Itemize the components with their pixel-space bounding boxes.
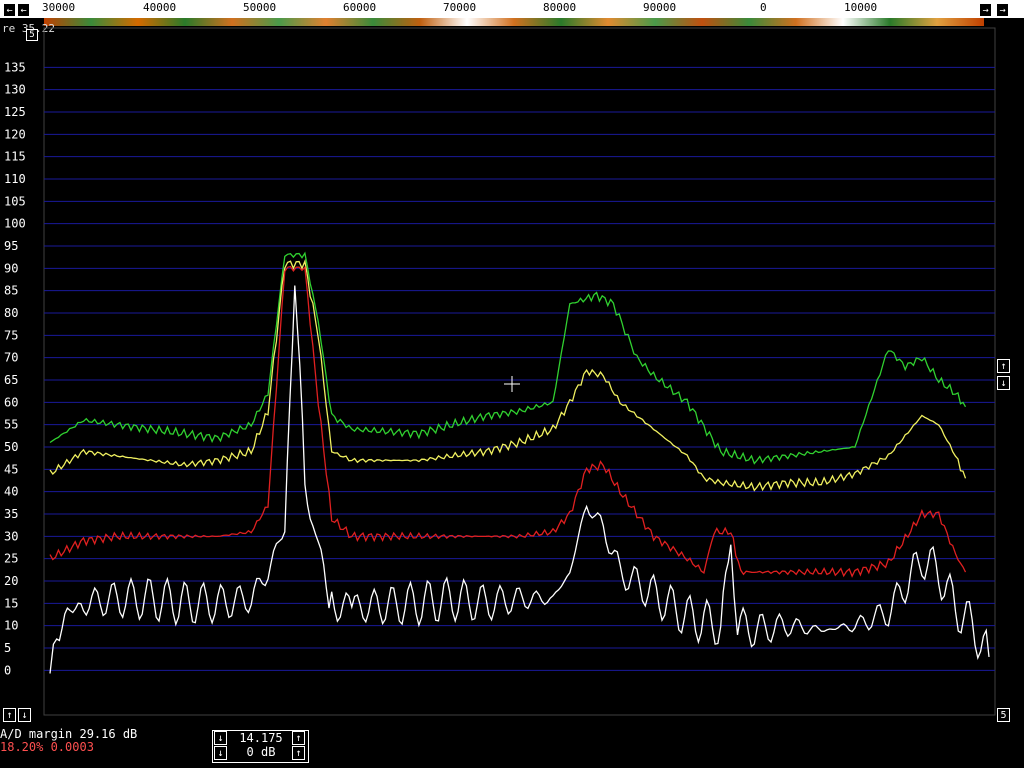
spectrum-trace-yellow xyxy=(49,258,967,492)
frequency-readout: 14.175 xyxy=(239,731,283,745)
y-tick-label-50: 50 xyxy=(4,440,18,454)
y-tick-label-60: 60 xyxy=(4,395,18,409)
y-tick-label-105: 105 xyxy=(4,194,26,208)
y-tick-label-65: 65 xyxy=(4,373,18,387)
y-tick-label-85: 85 xyxy=(4,284,18,298)
y-tick-label-90: 90 xyxy=(4,261,18,275)
y-tick-label-5: 5 xyxy=(4,641,11,655)
spectrum-plot: 0 5 10 15 20 25 30 35 40 45 50 55 60 65 70 75 80 85 90 95 10… xyxy=(4,27,996,716)
y-tick-label-110: 110 xyxy=(4,172,26,186)
gain-readout: 0 dB xyxy=(246,745,276,759)
plot-frame xyxy=(43,27,996,716)
level-down-button[interactable]: ↓ xyxy=(997,376,1010,390)
y-tick-label-130: 130 xyxy=(4,83,26,97)
y-tick-label-125: 125 xyxy=(4,105,26,119)
y-tick-label-30: 30 xyxy=(4,529,18,543)
y-tick-label-55: 55 xyxy=(4,418,18,432)
ratio-status: 18.20% 0.0003 xyxy=(0,740,94,754)
y-tick-label-45: 45 xyxy=(4,462,18,476)
y-tick-label-80: 80 xyxy=(4,306,18,320)
y-tick-label-25: 25 xyxy=(4,552,18,566)
y-tick-label-95: 95 xyxy=(4,239,18,253)
y-tick-label-135: 135 xyxy=(4,60,26,74)
y-tick-label-10: 10 xyxy=(4,619,18,633)
y-tick-label-115: 115 xyxy=(4,150,26,164)
y-tick-label-120: 120 xyxy=(4,127,26,141)
spectrum-trace-green xyxy=(49,251,967,465)
y-tick-label-15: 15 xyxy=(4,596,18,610)
bottom-up-button[interactable]: ↑ xyxy=(3,708,16,722)
y-tick-label-70: 70 xyxy=(4,351,18,365)
y-tick-label-35: 35 xyxy=(4,507,18,521)
bottom-right-box-button[interactable]: 5 xyxy=(997,708,1010,722)
spectrum-trace-white xyxy=(49,285,990,674)
level-up-button[interactable]: ↑ xyxy=(997,359,1010,373)
y-tick-label-75: 75 xyxy=(4,328,18,342)
y-tick-label-100: 100 xyxy=(4,217,26,231)
y-tick-label-20: 20 xyxy=(4,574,18,588)
y-tick-label-0: 0 xyxy=(4,663,11,677)
bottom-down-button[interactable]: ↓ xyxy=(18,708,31,722)
crosshair-cursor xyxy=(504,376,520,392)
ad-margin-status: A/D margin 29.16 dB xyxy=(0,727,138,741)
y-tick-label-40: 40 xyxy=(4,485,18,499)
